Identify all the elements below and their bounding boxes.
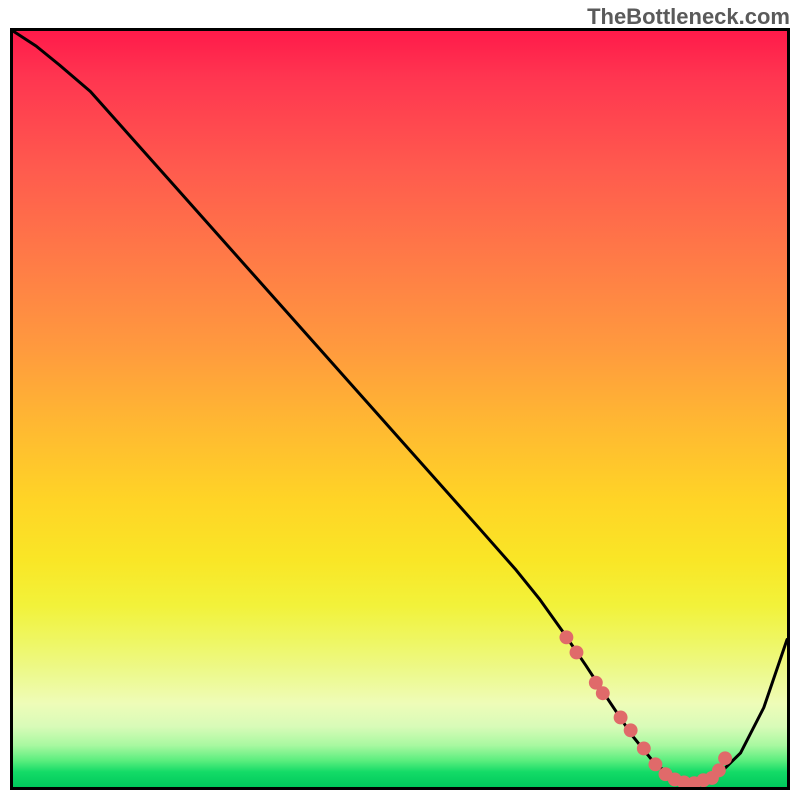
chart-svg xyxy=(13,31,787,787)
watermark-text: TheBottleneck.com xyxy=(587,4,790,30)
plot-frame xyxy=(10,28,790,790)
curve-line xyxy=(13,31,787,783)
chart-container: TheBottleneck.com xyxy=(0,0,800,800)
marker-dots xyxy=(559,630,732,787)
